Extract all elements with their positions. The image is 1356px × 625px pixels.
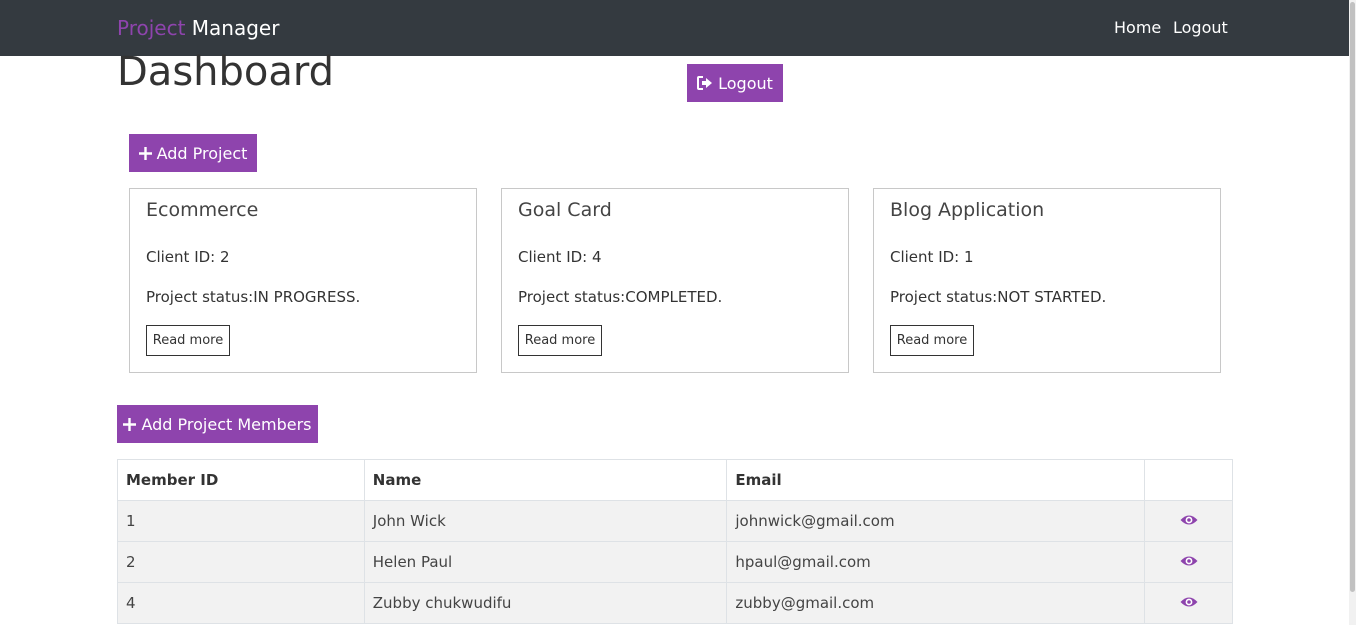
plus-icon (123, 417, 137, 431)
read-more-button[interactable]: Read more (146, 325, 230, 356)
members-table: Member ID Name Email 1 John Wick johnwic… (117, 459, 1233, 624)
member-name: John Wick (363, 500, 728, 542)
eye-icon[interactable] (1153, 596, 1224, 608)
sign-out-icon (697, 76, 713, 90)
project-card: Blog Application Client ID: 1 Project st… (873, 188, 1221, 373)
add-project-members-button[interactable]: Add Project Members (117, 405, 318, 443)
member-email: johnwick@gmail.com (726, 500, 1146, 542)
member-id: 2 (117, 541, 365, 583)
member-email: zubby@gmail.com (726, 582, 1146, 624)
member-name: Zubby chukwudifu (363, 582, 728, 624)
project-title: Goal Card (518, 199, 612, 221)
eye-icon[interactable] (1153, 514, 1224, 526)
member-action-cell (1144, 582, 1233, 624)
read-more-button[interactable]: Read more (890, 325, 974, 356)
project-card: Ecommerce Client ID: 2 Project status:IN… (129, 188, 477, 373)
project-card: Goal Card Client ID: 4 Project status:CO… (501, 188, 849, 373)
member-action-cell (1144, 500, 1233, 542)
project-client-id: Client ID: 1 (890, 248, 974, 266)
member-email: hpaul@gmail.com (726, 541, 1146, 583)
add-project-label: Add Project (156, 143, 248, 163)
header-actions (1144, 459, 1233, 501)
add-project-button[interactable]: Add Project (129, 134, 257, 172)
project-title: Ecommerce (146, 199, 259, 221)
table-header-row: Member ID Name Email (117, 459, 1233, 501)
member-action-cell (1144, 541, 1233, 583)
project-status: Project status:NOT STARTED. (890, 288, 1107, 306)
scrollbar-thumb[interactable] (1350, 2, 1355, 592)
logout-button[interactable]: Logout (687, 64, 783, 102)
header-email: Email (726, 459, 1146, 501)
project-client-id: Client ID: 4 (518, 248, 602, 266)
header-member-id: Member ID (117, 459, 365, 501)
project-title: Blog Application (890, 199, 1045, 221)
add-project-members-label: Add Project Members (141, 414, 312, 434)
read-more-button[interactable]: Read more (518, 325, 602, 356)
plus-icon (138, 146, 152, 160)
brand-part-project: Project (117, 16, 186, 40)
member-name: Helen Paul (363, 541, 728, 583)
table-row: 2 Helen Paul hpaul@gmail.com (117, 541, 1233, 583)
member-id: 4 (117, 582, 365, 624)
project-status: Project status:COMPLETED. (518, 288, 723, 306)
member-id: 1 (117, 500, 365, 542)
brand-logo[interactable]: Project Manager (117, 14, 279, 42)
project-status: Project status:IN PROGRESS. (146, 288, 361, 306)
table-row: 4 Zubby chukwudifu zubby@gmail.com (117, 582, 1233, 624)
nav-home-link[interactable]: Home (1114, 17, 1161, 39)
logout-button-label: Logout (718, 73, 773, 93)
navbar: Project Manager Home Logout (0, 0, 1349, 56)
project-client-id: Client ID: 2 (146, 248, 230, 266)
eye-icon[interactable] (1153, 555, 1224, 567)
brand-part-manager: Manager (191, 16, 280, 40)
nav-logout-link[interactable]: Logout (1173, 17, 1228, 39)
page-title: Dashboard (117, 49, 335, 95)
page-scrollbar[interactable] (1349, 0, 1356, 625)
header-name: Name (363, 459, 728, 501)
table-row: 1 John Wick johnwick@gmail.com (117, 500, 1233, 542)
